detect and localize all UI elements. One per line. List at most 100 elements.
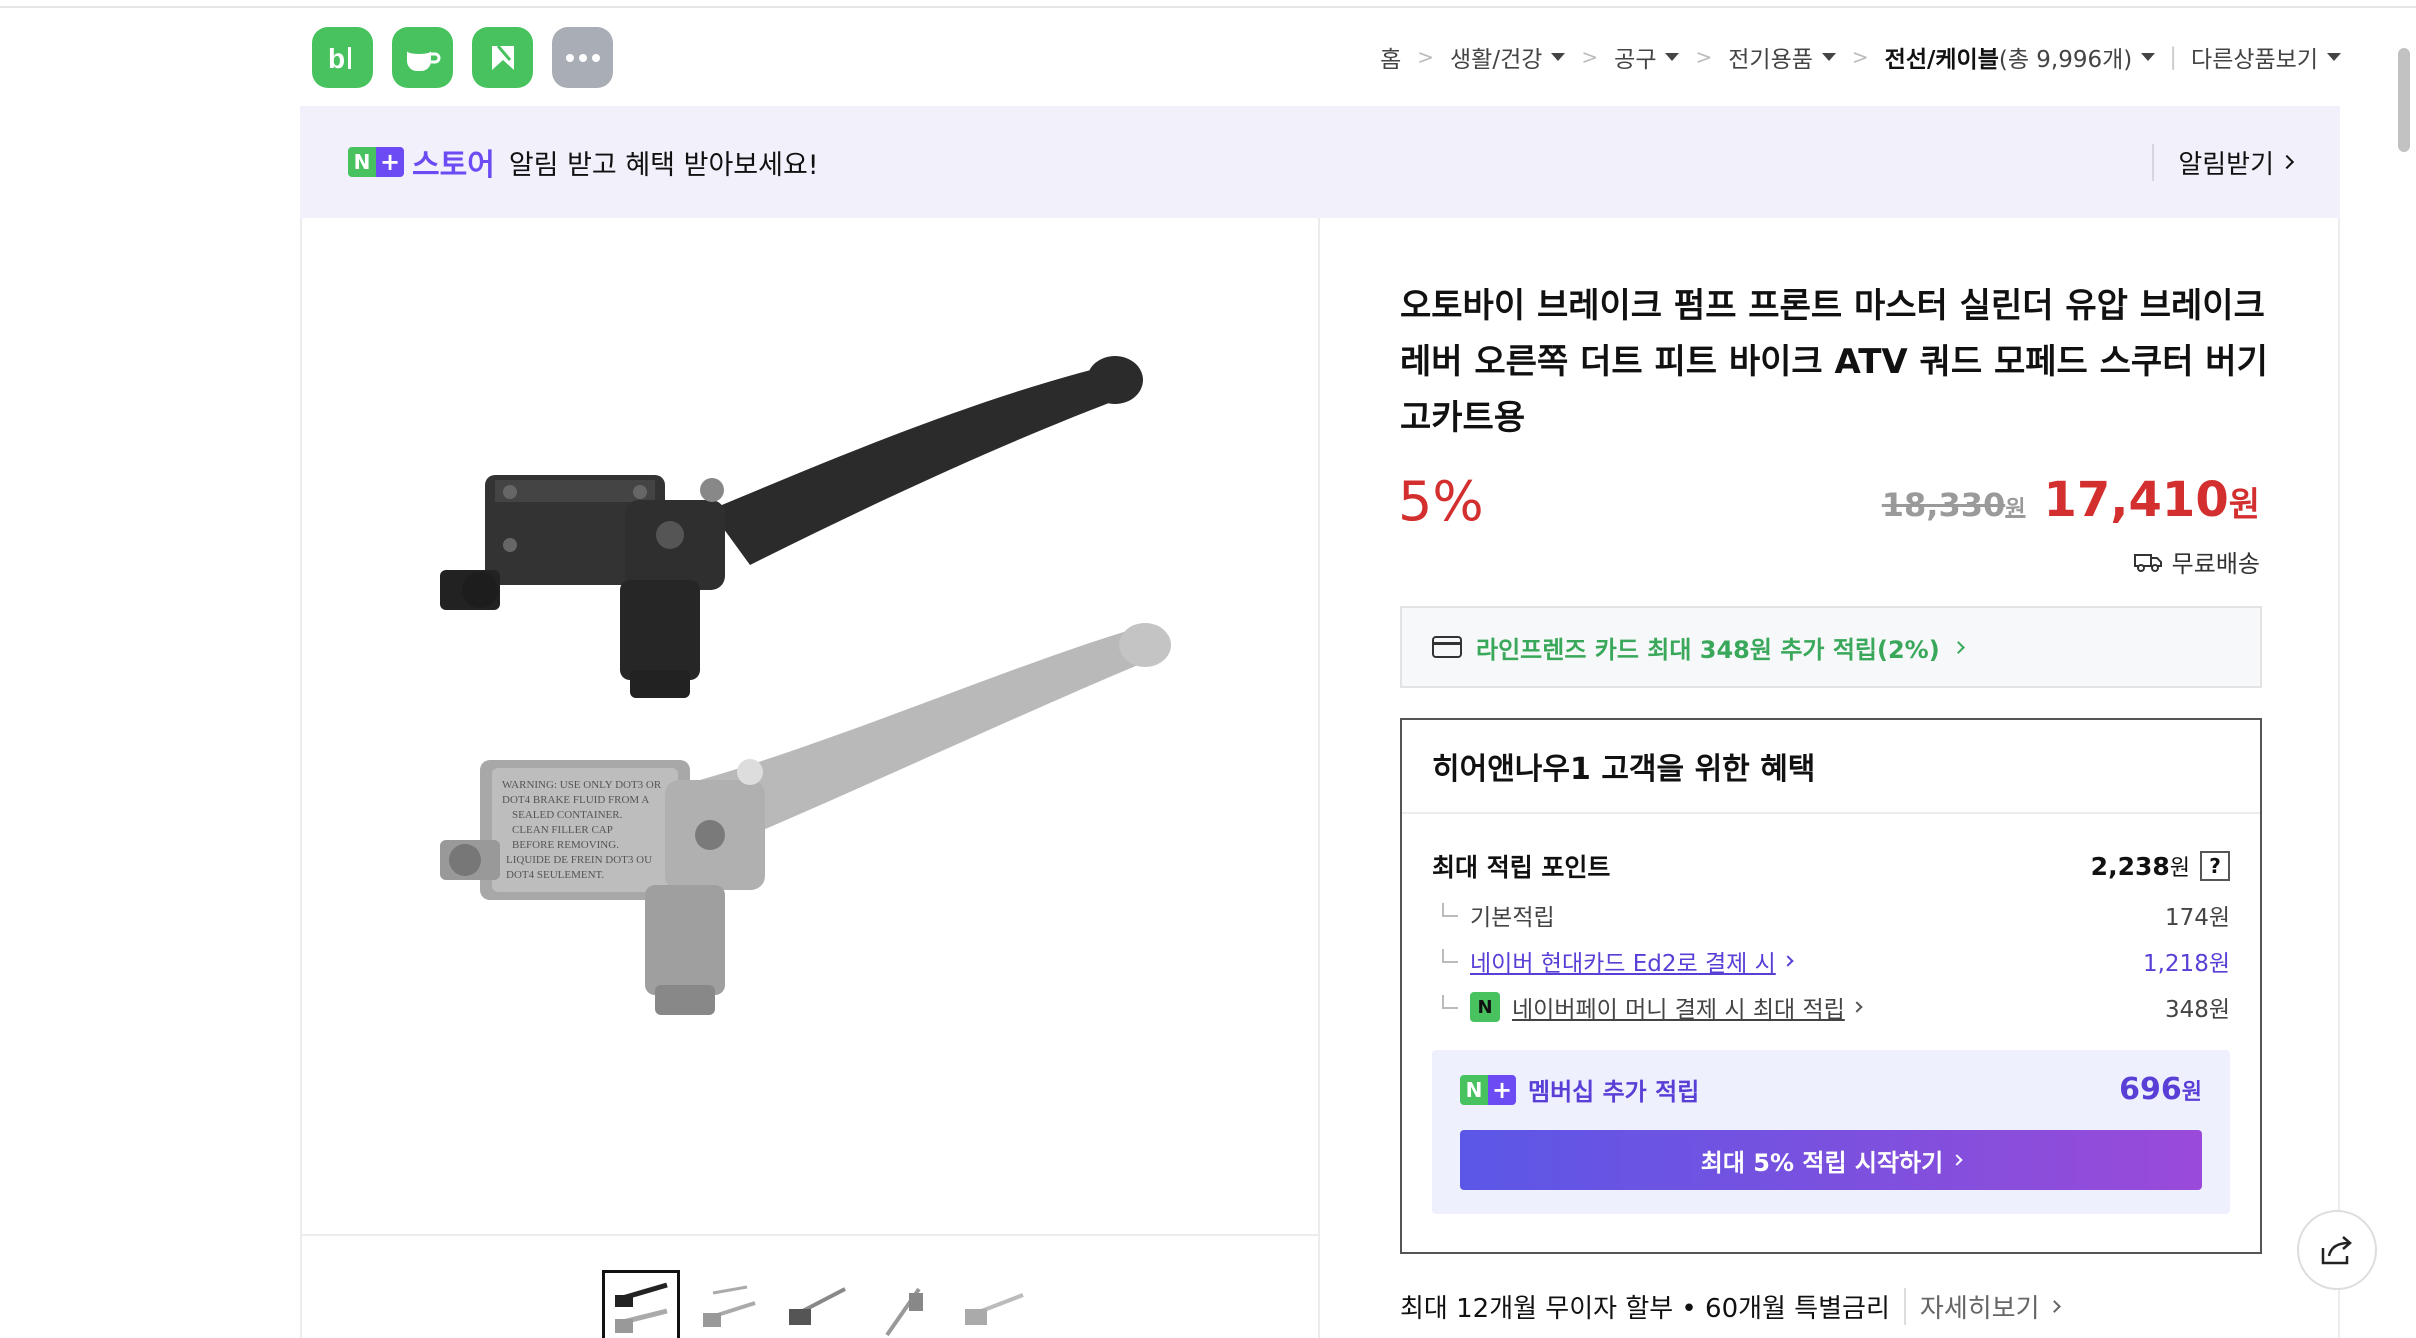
svg-text:LIQUIDE DE FREIN DOT3 OU: LIQUIDE DE FREIN DOT3 OU: [506, 854, 652, 866]
tree-elbow: [1442, 903, 1458, 917]
breadcrumb-separator: >: [1851, 45, 1869, 69]
discount-rate: 5%: [1398, 470, 1484, 533]
price-block: 18,330원 17,410원: [1882, 472, 2260, 528]
chevron-right-icon: [1951, 640, 1965, 654]
card-benefit-text: 라인프렌즈 카드 최대 348원 추가 적립(2%): [1476, 635, 1940, 664]
blog-icon[interactable]: b: [312, 27, 373, 88]
shipping-label: 무료배송: [2171, 550, 2260, 578]
original-price-value: 18,330: [1881, 486, 2006, 524]
caret-down-icon: [2141, 53, 2156, 61]
product-title: 오토바이 브레이크 펌프 프론트 마스터 실린더 유압 브레이크 레버 오른쪽 …: [1400, 286, 2268, 438]
cafe-icon[interactable]: [392, 27, 453, 88]
breadcrumb-separator: >: [1581, 45, 1599, 69]
details-label: 자세히보기: [1919, 1294, 2040, 1324]
currency-label: 원: [2228, 485, 2260, 525]
tree-elbow: [1442, 995, 1458, 1009]
breadcrumb-current-label: 전선/케이블: [1884, 47, 1999, 73]
membership-label: 멤버십 추가 적립: [1528, 1078, 1700, 1106]
share-button[interactable]: [2297, 1210, 2377, 1290]
hyundai-card-value: 1,218원: [2142, 951, 2230, 977]
max-points-label: 최대 적립 포인트: [1432, 853, 1611, 882]
thumbnail-5[interactable]: [954, 1270, 1032, 1338]
currency-label: 원: [2181, 1080, 2202, 1105]
installment-details-link[interactable]: 자세히보기: [1903, 1288, 2061, 1325]
start-membership-button[interactable]: 최대 5% 적립 시작하기: [1460, 1130, 2202, 1190]
installment-info: 최대 12개월 무이자 할부 • 60개월 특별금리 자세히보기: [1400, 1288, 2061, 1325]
svg-text:DOT4 SEULEMENT.: DOT4 SEULEMENT.: [506, 869, 604, 881]
breadcrumb: 홈 > 생활/건강 > 공구 > 전기용품 > 전선/케이블 (총 9,996개)…: [1380, 40, 2341, 74]
hyundai-card-row: 네이버 현대카드 Ed2로 결제 시 1,218원: [1432, 944, 2230, 978]
breadcrumb-count: (총 9,996개): [1998, 47, 2133, 73]
breadcrumb-divider: |: [2169, 44, 2178, 70]
svg-text:b: b: [328, 43, 345, 74]
help-button[interactable]: ?: [2200, 851, 2230, 881]
svg-text:BEFORE REMOVING.: BEFORE REMOVING.: [512, 839, 619, 851]
truck-icon: [2133, 553, 2162, 572]
membership-amount: 696원: [2119, 1072, 2202, 1107]
tree-elbow: [1442, 949, 1458, 963]
basic-points-value: 174원: [2164, 905, 2230, 931]
thumbnail-3[interactable]: [778, 1270, 856, 1338]
caret-down-icon: [1821, 53, 1836, 61]
scrollbar-thumb[interactable]: [2398, 48, 2410, 152]
breadcrumb-separator: >: [1695, 45, 1713, 69]
store-label: 스토어: [412, 148, 495, 183]
breadcrumb-category-3[interactable]: 전기용품: [1728, 40, 1836, 74]
basic-points-label: 기본적립: [1470, 905, 1555, 931]
thumbnail-1[interactable]: [602, 1270, 680, 1338]
breadcrumb-label: 공구: [1614, 47, 1657, 73]
max-points-number: 2,238: [2090, 852, 2170, 881]
svg-text:WARNING: USE ONLY DOT3 OR: WARNING: USE ONLY DOT3 OR: [502, 779, 662, 791]
browser-top-border: [0, 0, 2416, 8]
naverpay-row: N 네이버페이 머니 결제 시 최대 적립 348원: [1432, 990, 2230, 1024]
caret-down-icon: [2327, 53, 2341, 61]
thumbnail-strip: [602, 1270, 1032, 1338]
breadcrumb-label: 생활/건강: [1450, 47, 1543, 73]
app-shortcuts: b: [312, 27, 613, 88]
store-alarm-banner: N + 스토어 알림 받고 혜택 받아보세요! 알림받기: [300, 106, 2340, 218]
more-apps-icon[interactable]: [552, 27, 613, 88]
chevron-right-icon: [1782, 955, 1794, 967]
original-price: 18,330원: [1882, 486, 2026, 524]
max-points-row: 최대 적립 포인트 2,238원 ?: [1432, 848, 2230, 884]
silver-brake-lever: WARNING: USE ONLY DOT3 OR DOT4 BRAKE FLU…: [440, 623, 1171, 1015]
card-benefit-link[interactable]: 라인프렌즈 카드 최대 348원 추가 적립(2%): [1400, 606, 2262, 688]
benefit-heading: 히어앤나우1 고객을 위한 혜택: [1402, 720, 2260, 814]
svg-text:SEALED CONTAINER.: SEALED CONTAINER.: [512, 809, 623, 821]
hyundai-card-link[interactable]: 네이버 현대카드 Ed2로 결제 시: [1470, 944, 1776, 978]
naverpay-icon: N: [1470, 992, 1500, 1022]
installment-text: 최대 12개월 무이자 할부 • 60개월 특별금리: [1400, 1294, 1890, 1324]
breadcrumb-home[interactable]: 홈: [1380, 40, 1401, 74]
black-brake-lever: [440, 356, 1143, 698]
share-icon: [2321, 1236, 2352, 1265]
other-products-dropdown[interactable]: 다른상품보기: [2191, 40, 2341, 74]
breadcrumb-category-2[interactable]: 공구: [1614, 40, 1680, 74]
basic-points-row: 기본적립 174원: [1432, 898, 2230, 932]
breadcrumb-current[interactable]: 전선/케이블 (총 9,996개): [1885, 40, 2156, 74]
alarm-label: 알림받기: [2178, 149, 2274, 180]
membership-value: 696: [2119, 1072, 2182, 1107]
membership-panel: N + 멤버십 추가 적립 696원 최대 5% 적립 시작하기: [1432, 1050, 2230, 1214]
breadcrumb-label: 전기용품: [1728, 47, 1813, 73]
start-membership-label: 최대 5% 적립 시작하기: [1700, 1148, 1944, 1177]
sale-price: 17,410원: [2043, 472, 2260, 528]
naverpay-link[interactable]: 네이버페이 머니 결제 시 최대 적립: [1512, 990, 1845, 1024]
alarm-subscribe-button[interactable]: 알림받기: [2152, 143, 2295, 181]
customer-benefit-box: 히어앤나우1 고객을 위한 혜택 최대 적립 포인트 2,238원 ? 기본적립…: [1400, 718, 2262, 1254]
webtoon-icon[interactable]: [472, 27, 533, 88]
caret-down-icon: [1665, 53, 1680, 61]
currency-label: 원: [2005, 497, 2026, 522]
thumbnail-2[interactable]: [690, 1270, 768, 1338]
column-divider: [1318, 218, 1320, 1338]
breadcrumb-category-1[interactable]: 생활/건강: [1450, 40, 1566, 74]
chevron-right-icon: [2279, 154, 2295, 170]
svg-text:DOT4 BRAKE FLUID FROM A: DOT4 BRAKE FLUID FROM A: [502, 794, 649, 806]
chevron-right-icon: [1851, 1001, 1863, 1013]
shipping-info: 무료배송: [2133, 544, 2260, 579]
chevron-right-icon: [2047, 1300, 2061, 1313]
breadcrumb-separator: >: [1417, 45, 1434, 69]
membership-line: N + 멤버십 추가 적립 696원: [1460, 1072, 2202, 1107]
banner-message: 알림 받고 혜택 받아보세요!: [508, 149, 819, 181]
thumbnail-4[interactable]: [866, 1270, 944, 1338]
caret-down-icon: [1551, 53, 1566, 61]
